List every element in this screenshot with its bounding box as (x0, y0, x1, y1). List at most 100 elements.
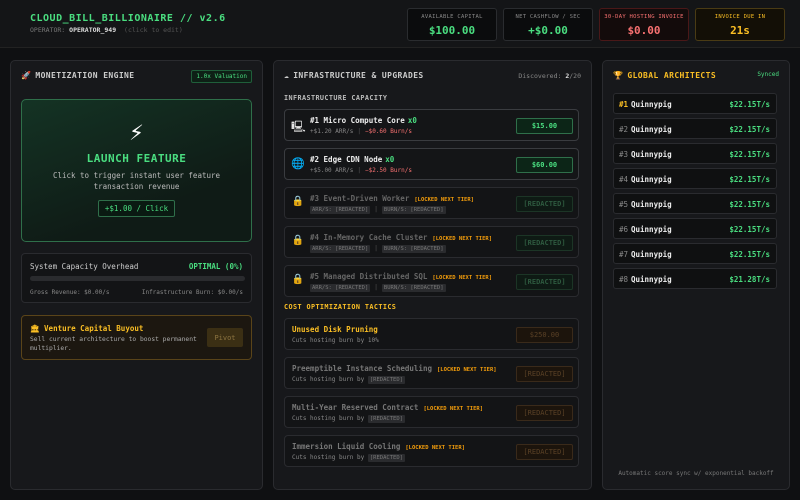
tactic-name: Preemptible Instance Scheduling (292, 364, 432, 373)
player-score: $22.15T/s (729, 200, 770, 209)
cashflow-stat: NET CASHFLOW / SEC +$0.00 (503, 8, 593, 41)
leaderboard-row: #1 Quinnypig $22.15T/s (613, 93, 777, 114)
launch-title: LAUNCH FEATURE (86, 152, 187, 165)
infra-item-1-title: #1 Micro Compute Core x0 (310, 116, 417, 125)
tactic-desc-row: Cuts hosting burn by [REDACTED] (292, 454, 405, 462)
infrastructure-burn: Infrastructure Burn: $0.00/s (141, 289, 243, 296)
player-name: Quinnypig (631, 125, 672, 134)
rank: #4 (619, 175, 629, 184)
player-name: Quinnypig (631, 225, 672, 234)
discovered-counter: Discovered: 2/20 (518, 72, 581, 80)
infrastructure-capacity-heading: INFRASTRUCTURE CAPACITY (284, 94, 388, 102)
due-value: 21s (730, 24, 750, 37)
infra-item-3-title: #3 Event-Driven Worker [LOCKED NEXT TIER] (310, 194, 474, 203)
locked-price-button: [REDACTED] (516, 444, 573, 460)
player-score: $22.15T/s (729, 150, 770, 159)
vc-description: Sell current architecture to boost perma… (30, 336, 197, 352)
discovered-label: Discovered: (518, 72, 562, 80)
gross-revenue: Gross Revenue: $0.00/s (30, 289, 110, 296)
tactic-title: Preemptible Instance Scheduling [LOCKED N… (292, 364, 497, 373)
infra-item-arr: ARR/S: [REDACTED] (310, 206, 371, 214)
player-name: Quinnypig (631, 175, 672, 184)
valuation-badge: 1.0x Valuation (191, 70, 252, 83)
rocket-icon: 🚀 (21, 71, 32, 80)
leaderboard-panel: 🏆 GLOBAL ARCHITECTS Synced #1 Quinnypig $… (602, 60, 790, 490)
leaderboard-title: GLOBAL ARCHITECTS (627, 71, 717, 80)
lock-icon: 🔒 (291, 235, 305, 246)
tactic-name: Immersion Liquid Cooling (292, 442, 401, 451)
buy-micro-compute-button[interactable]: $15.00 (516, 118, 573, 134)
leaderboard-row: #4 Quinnypig $22.15T/s (613, 168, 777, 189)
operator-line[interactable]: OPERATOR: OPERATOR_949 (click to edit) (30, 26, 183, 34)
infrastructure-header: ☁ INFRASTRUCTURE & UPGRADES (284, 71, 424, 80)
rank: #5 (619, 200, 629, 209)
tactic-4: Immersion Liquid Cooling [LOCKED NEXT TIE… (284, 435, 579, 467)
infra-item-4-stats: ARR/S: [REDACTED] | BURN/S: [REDACTED] (310, 245, 446, 253)
infra-item-3-stats: ARR/S: [REDACTED] | BURN/S: [REDACTED] (310, 206, 446, 214)
locked-price-button: [REDACTED] (516, 405, 573, 421)
player-score: $21.28T/s (729, 275, 770, 284)
tactic-title: Immersion Liquid Cooling [LOCKED NEXT TIE… (292, 442, 465, 451)
leaderboard-row: #6 Quinnypig $22.15T/s (613, 218, 777, 239)
sync-status: Synced (757, 71, 779, 78)
infra-item-name: #1 Micro Compute Core (310, 116, 405, 125)
player-name: Quinnypig (631, 200, 672, 209)
tactic-desc: Cuts hosting burn by (292, 454, 365, 461)
infra-item-arr: ARR/S: [REDACTED] (310, 284, 371, 292)
leaderboard-row: #2 Quinnypig $22.15T/s (613, 118, 777, 139)
tactic-1: Unused Disk Pruning Cuts hosting burn by… (284, 318, 579, 350)
discovered-total: /20 (569, 72, 581, 80)
trophy-icon: 🏆 (613, 71, 624, 80)
launch-description: Click to trigger instant user feature tr… (52, 171, 221, 191)
server-icon: 🖳 (291, 120, 306, 133)
infra-item-4: 🔒 #4 In-Memory Cache Cluster [LOCKED NEXT… (284, 226, 579, 258)
launch-feature-button[interactable]: ⚡ LAUNCH FEATURE Click to trigger instan… (21, 99, 252, 242)
infra-item-burn: −$0.60 Burn/s (364, 128, 412, 135)
globe-icon: 🌐 (291, 157, 305, 170)
infra-item-burn: −$2.50 Burn/s (364, 167, 412, 174)
locked-tag: [LOCKED NEXT TIER] (436, 367, 497, 373)
invoice-stat: 30-DAY HOSTING INVOICE $0.00 (599, 8, 689, 41)
cost-optimization-heading: COST OPTIMIZATION TACTICS (284, 303, 397, 311)
infra-item-name: #4 In-Memory Cache Cluster (310, 233, 428, 242)
rank: #7 (619, 250, 629, 259)
infra-item-burn: BURN/S: [REDACTED] (381, 245, 446, 253)
top-bar: CLOUD_BILL_BILLIONAIRE // v2.6 OPERATOR:… (0, 0, 800, 48)
monetization-title: MONETIZATION ENGINE (35, 71, 135, 80)
player-score: $22.15T/s (729, 100, 770, 109)
infra-item-2-title: #2 Edge CDN Node x0 (310, 155, 394, 164)
buy-disk-pruning-button[interactable]: $250.00 (516, 327, 573, 343)
capacity-overhead-card: System Capacity Overhead OPTIMAL (0%) Gr… (21, 253, 252, 303)
locked-tag: [LOCKED NEXT TIER] (405, 445, 465, 451)
leaderboard-row: #5 Quinnypig $22.15T/s (613, 193, 777, 214)
capital-label: AVAILABLE CAPITAL (421, 14, 483, 20)
cashflow-value: +$0.00 (528, 24, 568, 37)
monetization-header: 🚀 MONETIZATION ENGINE (21, 71, 135, 80)
bank-icon: 🏛 (30, 324, 40, 333)
infra-item-name: #3 Event-Driven Worker (310, 194, 410, 203)
tactic-name: Multi-Year Reserved Contract (292, 403, 419, 412)
tactic-desc-row: Cuts hosting burn by [REDACTED] (292, 376, 405, 384)
leaderboard-row: #8 Quinnypig $21.28T/s (613, 268, 777, 289)
infra-item-burn: BURN/S: [REDACTED] (381, 284, 446, 292)
buy-edge-cdn-button[interactable]: $60.00 (516, 157, 573, 173)
leaderboard-row: #7 Quinnypig $22.15T/s (613, 243, 777, 264)
locked-price-button: [REDACTED] (516, 274, 573, 290)
pivot-button[interactable]: Pivot (207, 328, 243, 347)
locked-tag: [LOCKED NEXT TIER] (423, 406, 484, 412)
operator-name[interactable]: OPERATOR_949 (69, 26, 116, 34)
tactic-desc: Cuts hosting burn by 10% (292, 337, 379, 344)
redacted-tag: [REDACTED] (367, 415, 405, 423)
rank: #3 (619, 150, 629, 159)
player-name: Quinnypig (631, 150, 672, 159)
tactic-desc: Cuts hosting burn by (292, 415, 365, 422)
locked-price-button: [REDACTED] (516, 196, 573, 212)
locked-price-button: [REDACTED] (516, 235, 573, 251)
operator-edit-hint: (click to edit) (124, 26, 183, 34)
lightning-icon: ⚡ (129, 118, 144, 146)
infra-item-5: 🔒 #5 Managed Distributed SQL [LOCKED NEXT… (284, 265, 579, 297)
locked-tag: [LOCKED NEXT TIER] (432, 275, 493, 281)
monetization-panel: 🚀 MONETIZATION ENGINE 1.0x Valuation ⚡ LA… (10, 60, 263, 490)
due-stat: INVOICE DUE IN 21s (695, 8, 785, 41)
operator-label: OPERATOR: (30, 26, 66, 34)
